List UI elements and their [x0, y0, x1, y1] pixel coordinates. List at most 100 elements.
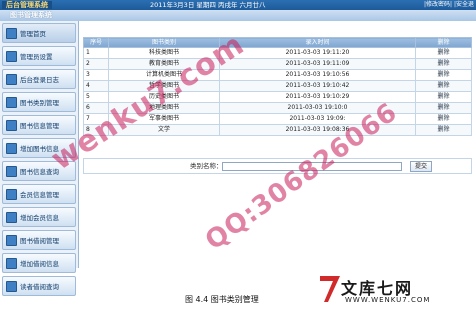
sidebar-item-login-log[interactable]: 后台登录日志	[2, 69, 76, 89]
delete-link[interactable]: 删除	[438, 126, 450, 133]
sidebar-item-add-member[interactable]: 增加会员信息	[2, 207, 76, 227]
delete-link[interactable]: 删除	[438, 82, 450, 89]
sidebar-item-book-info[interactable]: 图书信息管理	[2, 115, 76, 135]
sidebar-item-reader-borrow-search[interactable]: 读者借阅查询	[2, 276, 76, 296]
sidebar-item-label: 后台登录日志	[20, 76, 59, 84]
row-number: 5	[82, 91, 110, 103]
add-member-icon	[6, 211, 17, 223]
category-icon	[6, 96, 17, 108]
delete-link[interactable]: 删除	[438, 71, 450, 78]
logo-mark-icon	[320, 276, 340, 302]
category-name-label: 类别名称：	[190, 162, 223, 170]
sidebar-nav: 管理首页 管理员设置 后台登录日志 图书类别管理 图书信息管理 增加图书信息 图…	[0, 21, 79, 296]
sidebar-item-label: 图书类别管理	[20, 99, 59, 107]
entry-time: 2011-03-03 19:10:29	[218, 91, 417, 103]
column-header-no: 序号	[82, 37, 110, 48]
category-name-input[interactable]	[222, 162, 402, 171]
sidebar-item-label: 增加图书信息	[20, 145, 59, 153]
entry-time: 2011-03-03 19:09:	[218, 113, 417, 125]
logo-url: WWW.WENKU7.COM	[345, 296, 431, 304]
row-number: 6	[82, 102, 110, 114]
logout-link[interactable]: |安全退	[454, 1, 474, 8]
sidebar-item-add-book[interactable]: 增加图书信息	[2, 138, 76, 158]
row-number: 3	[82, 69, 110, 81]
category-name: 计算机类图书	[108, 69, 220, 81]
entry-time: 2011-03-03 19:10:0	[218, 102, 417, 114]
delete-link[interactable]: 删除	[438, 104, 450, 111]
sidebar-item-book-search[interactable]: 图书信息查询	[2, 161, 76, 181]
category-name: 文学	[108, 124, 220, 136]
column-header-category: 图书类别	[108, 37, 220, 48]
table-row: 4 哲学类图书 2011-03-03 19:10:42 删除	[82, 80, 472, 92]
sidebar-item-book-category[interactable]: 图书类别管理	[2, 92, 76, 112]
delete-link[interactable]: 删除	[438, 49, 450, 56]
figure-caption: 图 4.4 图书类别管理	[185, 295, 259, 304]
book-icon	[6, 119, 17, 131]
category-name: 哲学类图书	[108, 80, 220, 92]
log-icon	[6, 73, 17, 85]
delete-link[interactable]: 删除	[438, 60, 450, 67]
table-row: 5 历史类图书 2011-03-03 19:10:29 删除	[82, 91, 472, 103]
sidebar-item-add-borrow[interactable]: 增加借阅信息	[2, 253, 76, 273]
delete-link[interactable]: 删除	[438, 115, 450, 122]
sidebar-item-label: 图书借阅管理	[20, 237, 59, 245]
admin-icon	[6, 50, 17, 62]
table-row: 6 地理类图书 2011-03-03 19:10:0 删除	[82, 102, 472, 114]
sidebar-item-label: 图书信息查询	[20, 168, 59, 176]
entry-time: 2011-03-03 19:11:09	[218, 58, 417, 70]
category-name: 教育类图书	[108, 58, 220, 70]
add-book-icon	[6, 142, 17, 154]
row-number: 1	[82, 47, 110, 59]
sidebar-item-member-info[interactable]: 会员信息管理	[2, 184, 76, 204]
add-borrow-icon	[6, 257, 17, 269]
category-name: 军事类图书	[108, 113, 220, 125]
table-row: 1 科技类图书 2011-03-03 19:11:20 删除	[82, 47, 472, 59]
column-header-delete: 删除	[415, 37, 472, 48]
entry-time: 2011-03-03 19:10:42	[218, 80, 417, 92]
category-table: 序号 图书类别 录入时间 删除 1 科技类图书 2011-03-03 19:11:2…	[82, 37, 472, 136]
borrow-icon	[6, 234, 17, 246]
table-row: 8 文学 2011-03-03 19:08:36 删除	[82, 124, 472, 136]
home-icon	[6, 27, 17, 39]
sidebar-item-borrow-manage[interactable]: 图书借阅管理	[2, 230, 76, 250]
site-logo-watermark: 文库七网 WWW.WENKU7.COM	[318, 272, 468, 308]
entry-time: 2011-03-03 19:10:56	[218, 69, 417, 81]
category-name: 历史类图书	[108, 91, 220, 103]
table-row: 3 计算机类图书 2011-03-03 19:10:56 删除	[82, 69, 472, 81]
sidebar-item-admin-settings[interactable]: 管理员设置	[2, 46, 76, 66]
entry-time: 2011-03-03 19:08:36	[218, 124, 417, 136]
header-links: |修改密码| |安全退	[424, 0, 474, 10]
sidebar-item-label: 读者借阅查询	[20, 283, 59, 291]
top-header-bar: 后台管理系统 2011年3月3日 星期四 丙戌年 六月廿八 |修改密码| |安全…	[0, 0, 476, 10]
sidebar-item-label: 管理员设置	[20, 53, 53, 61]
sidebar-item-label: 图书信息管理	[20, 122, 59, 130]
table-row: 7 军事类图书 2011-03-03 19:09: 删除	[82, 113, 472, 125]
category-name: 地理类图书	[108, 102, 220, 114]
sidebar-item-label: 管理首页	[20, 30, 46, 38]
row-number: 2	[82, 58, 110, 70]
table-row: 2 教育类图书 2011-03-03 19:11:09 删除	[82, 58, 472, 70]
category-form: 类别名称： 提交	[83, 158, 472, 174]
system-title-bar: 图书管理系统	[0, 10, 476, 21]
app-logo: 后台管理系统	[2, 1, 52, 9]
table-header-row: 序号 图书类别 录入时间 删除	[82, 37, 472, 48]
sidebar-item-home[interactable]: 管理首页	[2, 23, 76, 43]
header-datetime: 2011年3月3日 星期四 丙戌年 六月廿八	[150, 1, 266, 9]
row-number: 7	[82, 113, 110, 125]
row-number: 8	[82, 124, 110, 136]
entry-time: 2011-03-03 19:11:20	[218, 47, 417, 59]
sidebar-item-label: 增加借阅信息	[20, 260, 59, 268]
submit-button[interactable]: 提交	[410, 161, 432, 172]
column-header-time: 录入时间	[218, 37, 417, 48]
row-number: 4	[82, 80, 110, 92]
delete-link[interactable]: 删除	[438, 93, 450, 100]
change-password-link[interactable]: |修改密码|	[424, 1, 452, 8]
category-table-panel: 序号 图书类别 录入时间 删除 1 科技类图书 2011-03-03 19:11:2…	[82, 37, 472, 136]
reader-icon	[6, 280, 17, 292]
sidebar-item-label: 会员信息管理	[20, 191, 59, 199]
category-name: 科技类图书	[108, 47, 220, 59]
sidebar-item-label: 增加会员信息	[20, 214, 59, 222]
system-title: 图书管理系统	[10, 11, 52, 19]
member-icon	[6, 188, 17, 200]
search-icon	[6, 165, 17, 177]
